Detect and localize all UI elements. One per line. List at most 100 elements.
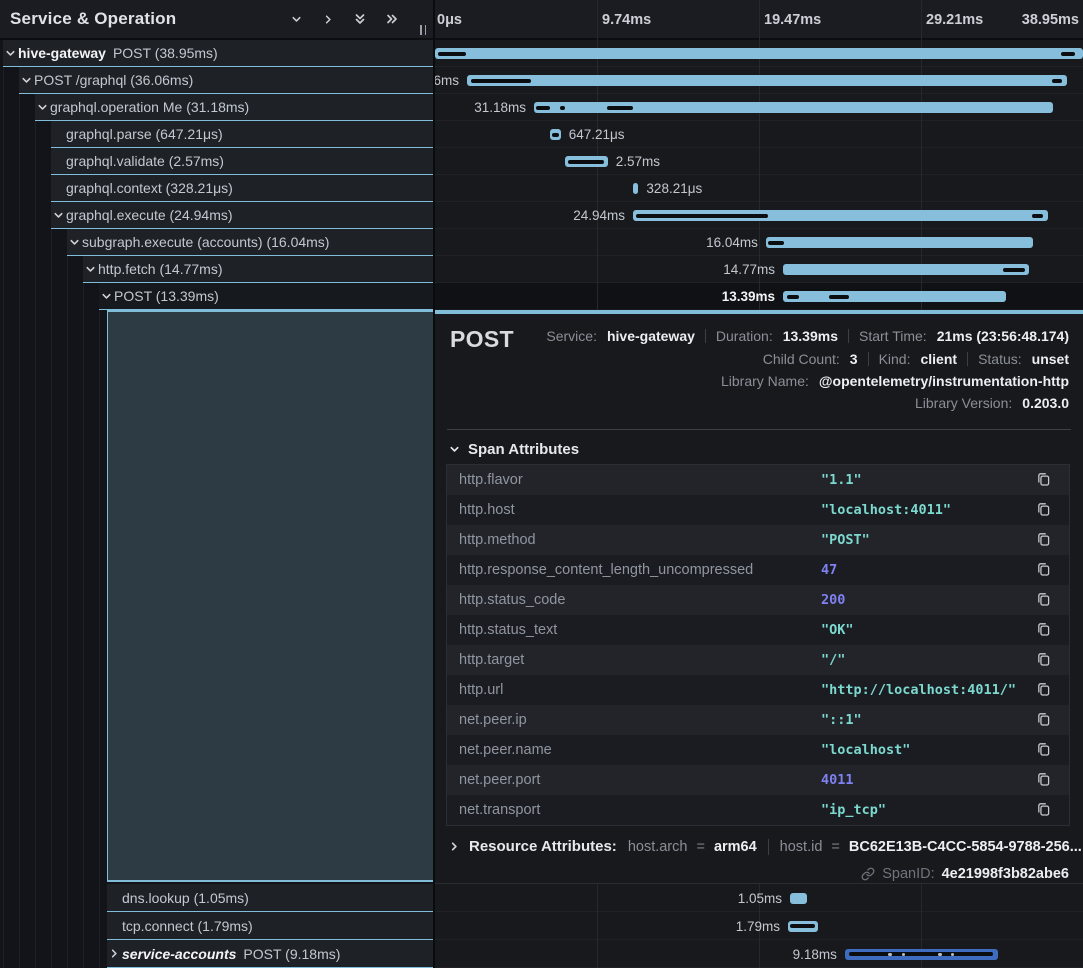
- meta-value: @opentelemetry/instrumentation-http: [819, 373, 1069, 389]
- double-chevron-right-icon[interactable]: [383, 10, 401, 28]
- attribute-value: "localhost": [821, 742, 910, 758]
- link-icon[interactable]: [861, 867, 875, 881]
- resource-attributes-title: Resource Attributes:: [469, 838, 617, 855]
- copy-icon[interactable]: [1035, 561, 1053, 579]
- chevron-down-icon[interactable]: [287, 10, 305, 28]
- attribute-value: "OK": [821, 622, 854, 638]
- span-duration-bar[interactable]: [467, 75, 1067, 86]
- timeline-row: 36.06ms: [435, 67, 1083, 94]
- bar-event-dot: [888, 953, 892, 956]
- attribute-key: net.peer.port: [447, 772, 540, 788]
- span-row-post-graphql[interactable]: POST /graphql (36.06ms): [0, 67, 433, 94]
- span-row-graphql-parse[interactable]: graphql.parse (647.21μs): [0, 121, 433, 148]
- bar-child-notch: [1052, 79, 1062, 83]
- attribute-key: http.status_code: [447, 592, 565, 608]
- span-duration-bar[interactable]: [633, 210, 1048, 221]
- attribute-value: "/": [821, 652, 845, 668]
- span-row-graphql-context[interactable]: graphql.context (328.21μs): [0, 175, 433, 202]
- equals-sign: =: [696, 839, 704, 855]
- copy-icon[interactable]: [1035, 681, 1053, 699]
- attribute-row: http.host"localhost:4011": [447, 495, 1069, 525]
- attribute-value: "http://localhost:4011/": [821, 682, 1016, 698]
- attribute-value: "::1": [821, 712, 862, 728]
- copy-icon[interactable]: [1035, 651, 1053, 669]
- service-name: service-accounts: [122, 946, 236, 962]
- service-name: hive-gateway: [18, 45, 106, 61]
- span-duration-bar[interactable]: [550, 129, 561, 140]
- span-row-http-fetch[interactable]: http.fetch (14.77ms): [0, 256, 433, 283]
- attribute-key: http.response_content_length_uncompresse…: [447, 562, 753, 578]
- span-row-graphql-operation-me[interactable]: graphql.operation Me (31.18ms): [0, 94, 433, 121]
- chevron-down-icon[interactable]: [35, 101, 50, 114]
- copy-icon[interactable]: [1035, 531, 1053, 549]
- operation-label: graphql.operation Me (31.18ms): [50, 99, 249, 115]
- bar-child-notch: [787, 295, 799, 299]
- span-duration-bar[interactable]: [790, 893, 807, 904]
- meta-value: hive-gateway: [607, 328, 695, 344]
- span-duration-label: 24.94ms: [573, 202, 625, 229]
- span-row-service-accounts-post[interactable]: service-accountsPOST (9.18ms): [0, 940, 433, 968]
- span-row-subgraph-execute-accounts[interactable]: subgraph.execute (accounts) (16.04ms): [0, 229, 433, 256]
- span-duration-bar[interactable]: [435, 48, 1083, 59]
- span-row-post-selected[interactable]: POST (13.39ms): [0, 283, 433, 310]
- span-row-graphql-execute[interactable]: graphql.execute (24.94ms): [0, 202, 433, 229]
- chevron-down-icon[interactable]: [83, 263, 98, 276]
- span-duration-label: 1.05ms: [738, 884, 782, 912]
- timeline-row: 14.77ms: [435, 256, 1083, 283]
- attribute-row: net.peer.port4011: [447, 765, 1069, 795]
- span-row-hive-gateway-post[interactable]: hive-gatewayPOST (38.95ms): [0, 40, 433, 67]
- bar-event-dot: [951, 953, 954, 956]
- copy-icon[interactable]: [1035, 501, 1053, 519]
- copy-icon[interactable]: [1035, 711, 1053, 729]
- copy-icon[interactable]: [1035, 621, 1053, 639]
- chevron-down-icon[interactable]: [19, 74, 34, 87]
- chevron-right-icon[interactable]: [107, 947, 122, 960]
- span-row-graphql-validate[interactable]: graphql.validate (2.57ms): [0, 148, 433, 175]
- meta-separator: [705, 329, 706, 343]
- span-duration-bar[interactable]: [788, 921, 818, 932]
- operation-label: http.fetch (14.77ms): [98, 261, 223, 277]
- copy-icon[interactable]: [1035, 771, 1053, 789]
- attribute-key: http.host: [447, 502, 515, 518]
- span-row-tcp-connect[interactable]: tcp.connect (1.79ms): [0, 912, 433, 940]
- span-attributes-header[interactable]: Span Attributes: [449, 441, 579, 458]
- copy-icon[interactable]: [1035, 801, 1053, 819]
- attribute-value: "POST": [821, 532, 870, 548]
- chevron-down-icon[interactable]: [51, 209, 66, 222]
- bar-child-notch: [552, 133, 559, 137]
- timeline-row: 13.39ms: [435, 283, 1083, 310]
- selected-span-detail-block: [107, 310, 433, 882]
- span-duration-bar[interactable]: [633, 183, 638, 194]
- resource-attributes-row[interactable]: Resource Attributes: host.arch=arm64host…: [449, 838, 1082, 855]
- equals-sign: =: [831, 839, 839, 855]
- copy-icon[interactable]: [1035, 591, 1053, 609]
- span-attributes-table: http.flavor"1.1"http.host"localhost:4011…: [447, 465, 1069, 825]
- meta-value: unset: [1032, 351, 1069, 367]
- bar-event-dot: [902, 953, 905, 956]
- span-detail-panel: POST Service:hive-gatewayDuration:13.39m…: [435, 310, 1083, 884]
- span-duration-bar[interactable]: [534, 102, 1053, 113]
- chevron-down-icon[interactable]: [99, 290, 114, 303]
- chevron-right-icon[interactable]: [319, 10, 337, 28]
- span-detail-title: POST: [450, 326, 514, 353]
- span-duration-bar[interactable]: [783, 291, 1006, 302]
- span-row-dns-lookup[interactable]: dns.lookup (1.05ms): [0, 884, 433, 912]
- attribute-row: net.transport"ip_tcp": [447, 795, 1069, 825]
- copy-icon[interactable]: [1035, 471, 1053, 489]
- span-id-value: 4e21998f3b82abe6: [942, 866, 1069, 882]
- double-chevron-down-icon[interactable]: [351, 10, 369, 28]
- attribute-key: net.peer.ip: [447, 712, 527, 728]
- column-resize-handle[interactable]: [420, 25, 426, 35]
- span-duration-bar[interactable]: [565, 156, 608, 167]
- tree-header-actions: [287, 10, 401, 28]
- chevron-down-icon[interactable]: [3, 47, 18, 60]
- span-name-label: graphql.context (328.21μs): [66, 180, 233, 196]
- chevron-down-icon[interactable]: [67, 236, 82, 249]
- timeline-panel: 0μs9.74ms19.47ms29.21ms38.95ms 36.06ms31…: [435, 0, 1083, 968]
- span-duration-bar[interactable]: [845, 949, 998, 960]
- span-duration-bar[interactable]: [783, 264, 1029, 275]
- meta-separator: [868, 352, 869, 366]
- copy-icon[interactable]: [1035, 741, 1053, 759]
- span-duration-bar[interactable]: [766, 237, 1033, 248]
- resource-value: BC62E13B-C4CC-5854-9788-256...: [849, 839, 1082, 855]
